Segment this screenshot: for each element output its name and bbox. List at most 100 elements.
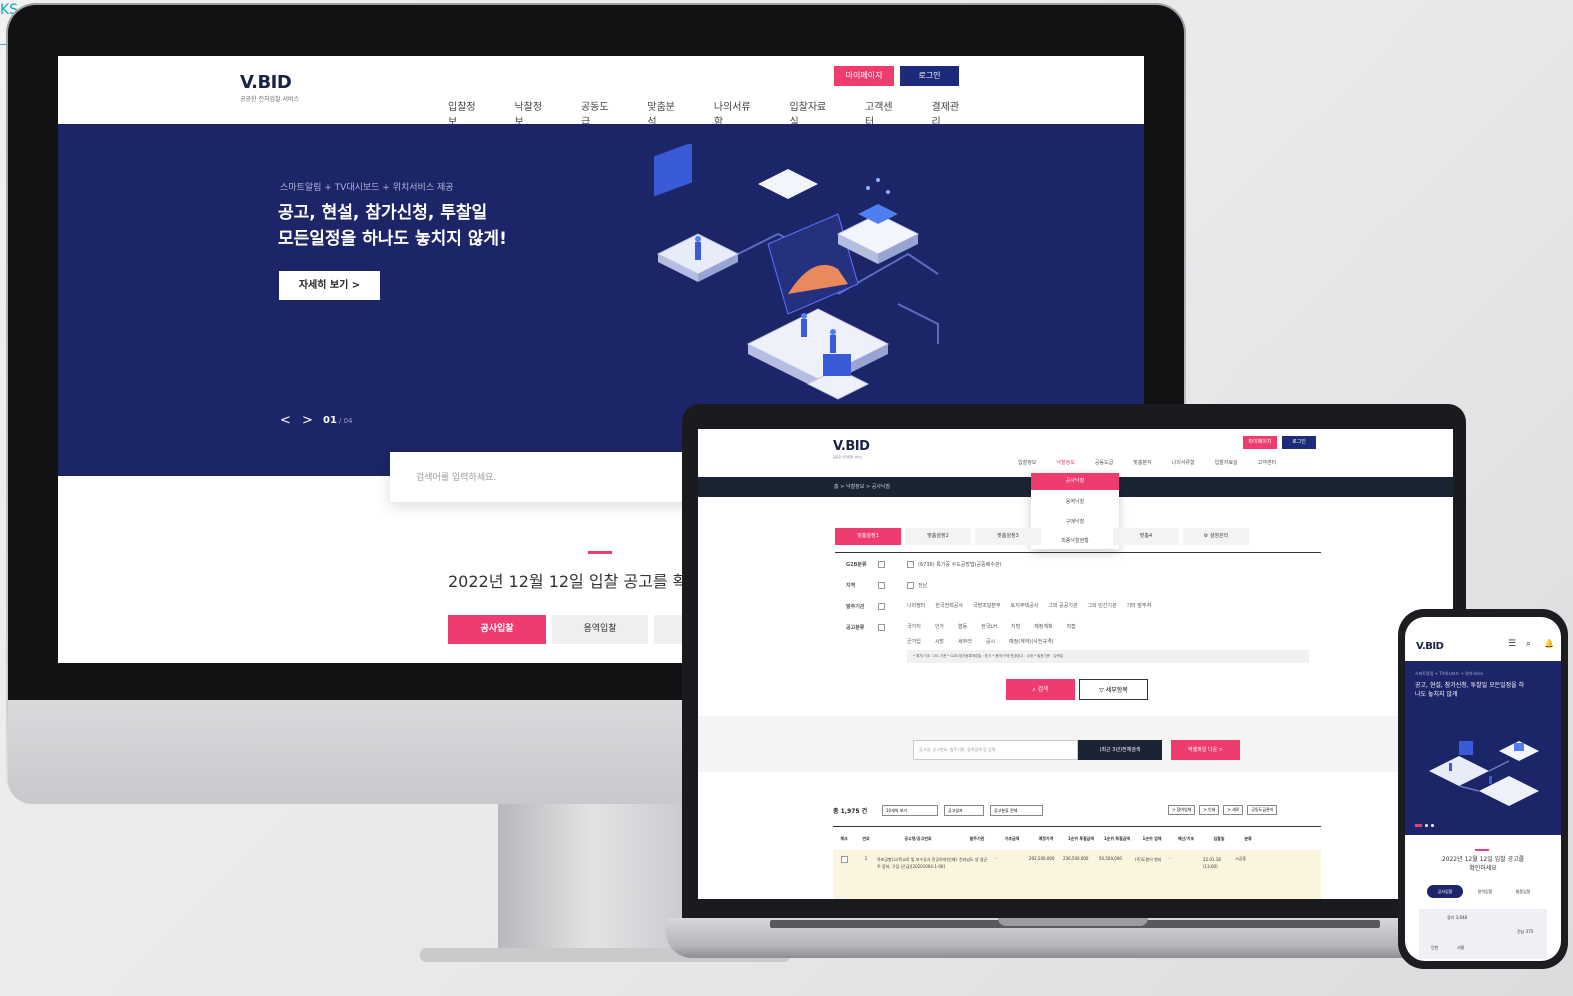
col-ratio: 예산/기초 — [1177, 835, 1195, 841]
hero-detail-button[interactable]: 자세히 보기 > — [279, 271, 380, 300]
filter-category-option[interactable]: 직접 — [1067, 623, 1076, 630]
laptop-nav-customer[interactable]: 고객센터 — [1258, 459, 1276, 466]
dropdown-item-purchase-award[interactable]: 구매낙찰 — [1031, 518, 1119, 525]
dropdown-item-final-award[interactable]: 최종낙찰현황 — [1031, 537, 1119, 544]
filter-category-option[interactable]: 세부러 — [958, 638, 972, 645]
filter-org-all-checkbox[interactable] — [878, 603, 885, 610]
nav-item-award-info[interactable]: 낙찰정보 — [514, 98, 550, 128]
mypage-button[interactable]: 마이페이지 — [834, 66, 894, 86]
table-row[interactable]: 1 목포공항(고)학교로 및 보수공사 전공하여(인제)주 장하, 구입 (곤급… — [833, 850, 1321, 899]
filter-region-item-checkbox[interactable] — [907, 582, 914, 589]
col-bid2: 1순위 투찰금액 — [1103, 835, 1131, 841]
search-tab-3[interactable]: 맞춤설정3 — [975, 528, 1041, 545]
page-size-select[interactable]: 10개씩 보기 — [882, 805, 938, 816]
filter-org-option[interactable]: 기타 발주처 — [1127, 602, 1152, 609]
phone-logo[interactable]: V.BID — [1416, 641, 1444, 652]
nav-item-bid-info[interactable]: 입찰정보 — [448, 98, 484, 128]
filter-category-option[interactable]: 예정(계약)(사전규격) — [1009, 638, 1054, 645]
filter-g2b-item: (6736) 특기증 수도공방법(공중배수관) — [918, 562, 1002, 568]
col-org: 발주기관 — [969, 835, 985, 841]
tab-service-bid[interactable]: 용역입찰 — [552, 615, 648, 644]
phone-bell-icon[interactable]: 🔔 — [1544, 639, 1554, 648]
laptop-logo[interactable]: V.BID — [833, 439, 870, 454]
tab-construction-bid[interactable]: 공사입찰 — [448, 615, 546, 644]
slider-prev-icon[interactable]: < — [280, 413, 291, 428]
filter-category-option[interactable]: 국가지 — [907, 623, 921, 630]
laptop-login-button[interactable]: 로그인 — [1282, 436, 1316, 449]
keyword-search-input[interactable]: 공고명, 공고번호, 발주기관, 참여업체 등 입력 — [913, 740, 1078, 760]
phone-hero-title: 공고, 현설, 참가신청, 투찰일 모든일정을 하나도 놓치지 않게 — [1415, 682, 1525, 698]
phone-slide-dot[interactable] — [1431, 824, 1434, 827]
filter-org-option[interactable]: 한국전력공사 — [935, 602, 963, 609]
filter-top-border — [835, 552, 1321, 553]
filter-category-option[interactable]: 인가 — [935, 623, 944, 630]
row-title[interactable]: 목포공항(고)학교로 및 보수공사 전공하여(인제)주 장하, 구입 (곤급)[… — [877, 856, 959, 870]
refresh-button[interactable]: > 새로 — [1223, 805, 1244, 815]
laptop-mypage-button[interactable]: 마이페이지 — [1243, 436, 1277, 449]
participant-button[interactable]: > 참여업체 — [1168, 805, 1196, 815]
filter-label-g2b: G2B분류 — [846, 562, 867, 568]
filter-category-option[interactable]: 군가입 — [907, 638, 921, 645]
filter-org-option[interactable]: 국방조달본부 — [973, 602, 1001, 609]
laptop-search-button[interactable]: ⌕ 검색 — [1006, 679, 1075, 700]
search-tab-1[interactable]: 맞춤설정1 — [835, 528, 901, 545]
phone-map[interactable]: 경기 3,648 전남 375 인천 서울 — [1419, 909, 1547, 959]
row-checkbox[interactable] — [840, 856, 848, 863]
search-tab-2[interactable]: 맞춤설정2 — [905, 528, 971, 545]
sort-select[interactable]: 공고일자 — [944, 805, 984, 816]
phone-menu-icon[interactable]: ☰ — [1508, 639, 1516, 649]
slider-next-icon[interactable]: > — [302, 413, 313, 428]
filter-category-option[interactable]: 한국LH — [981, 623, 997, 630]
nav-item-bid-library[interactable]: 입찰자료실 — [789, 98, 835, 128]
phone-search-icon[interactable]: ⌕ — [1526, 639, 1531, 649]
phone-tab-construction[interactable]: 공사입찰 — [1427, 885, 1463, 898]
filter-category-all-checkbox[interactable] — [878, 624, 885, 631]
laptop-nav-award-info[interactable]: 낙찰정보 — [1056, 459, 1074, 466]
row-number: 1 — [864, 856, 868, 861]
dropdown-item-construction-award[interactable]: 공사낙찰 — [1031, 473, 1119, 490]
filter-category-option[interactable]: 시방 — [935, 638, 944, 645]
phone-tab-service[interactable]: 용역입찰 — [1467, 885, 1503, 898]
filter-org-option[interactable]: 그외 민간기관 — [1087, 602, 1116, 609]
print-button[interactable]: > 인쇄 — [1199, 805, 1220, 815]
col-bid1: 1순위 투찰금액 — [1067, 835, 1095, 841]
filter-g2b-item-checkbox[interactable] — [907, 561, 914, 568]
laptop-nav: 입찰정보 낙찰정보 공동도급 맞춤분석 나의서류함 입찰자료실 고객센터 — [1018, 459, 1276, 466]
row-date: 22.01.18 (13:00) — [1203, 857, 1221, 869]
laptop-nav-joint[interactable]: 공동도급 — [1095, 459, 1113, 466]
laptop-nav-analysis[interactable]: 맞춤분석 — [1133, 459, 1151, 466]
laptop-nav-documents[interactable]: 나의서류함 — [1172, 459, 1195, 466]
nav-item-joint-contract[interactable]: 공동도급 — [581, 98, 617, 128]
row-base: - — [995, 856, 997, 861]
laptop-detail-button[interactable]: ▽ 세부항목 — [1079, 679, 1148, 700]
phone-slide-dot-active[interactable] — [1415, 824, 1422, 827]
keyword-full-search-button[interactable]: (최근 3년)전체검색 — [1078, 740, 1162, 760]
phone-slide-dot[interactable] — [1425, 824, 1428, 827]
col-check: 체크 — [840, 835, 848, 841]
filter-org-option[interactable]: 토지주택공사 — [1011, 602, 1039, 609]
search-tab-4[interactable]: 맞춤4 — [1113, 528, 1179, 545]
search-tab-settings[interactable]: ⚙ 설정관리 — [1183, 528, 1249, 545]
filter-category-option[interactable]: 재정계획 — [1034, 623, 1052, 630]
laptop-nav-library[interactable]: 입찰자료실 — [1215, 459, 1238, 466]
filter-region-all-checkbox[interactable] — [878, 582, 885, 589]
nav-item-my-documents[interactable]: 나의서류함 — [714, 98, 760, 128]
desktop-logo[interactable]: V.BID — [240, 72, 292, 93]
dropdown-item-service-award[interactable]: 용역낙찰 — [1031, 498, 1119, 505]
filter-org-option[interactable]: 나라장터 — [907, 602, 925, 609]
nav-item-custom-analysis[interactable]: 맞춤분석 — [647, 98, 683, 128]
filter-category-option[interactable]: 공시 — [986, 638, 995, 645]
nav-item-payment[interactable]: 결제관리 — [932, 98, 968, 128]
nav-item-customer-center[interactable]: 고객센터 — [865, 98, 901, 128]
filter-category-option[interactable]: 협동 — [958, 623, 967, 630]
filter-org-option[interactable]: 그외 공공기관 — [1048, 602, 1077, 609]
category-select[interactable]: 공고분류 전체 — [990, 805, 1043, 816]
excel-download-button[interactable]: 엑셀파일 다운 > — [1171, 740, 1240, 760]
joint-manage-button[interactable]: 공동도급관리 — [1247, 805, 1278, 815]
filter-g2b-all-checkbox[interactable] — [878, 561, 885, 568]
filter-category-options-row2: 군가입 시방 세부러 공시 예정(계약)(사전규격) — [907, 638, 1054, 645]
laptop-nav-bid-info[interactable]: 입찰정보 — [1018, 459, 1036, 466]
filter-category-option[interactable]: 지방 — [1011, 623, 1020, 630]
phone-tab-goods[interactable]: 물품입찰 — [1505, 885, 1541, 898]
login-button[interactable]: 로그인 — [900, 66, 959, 86]
